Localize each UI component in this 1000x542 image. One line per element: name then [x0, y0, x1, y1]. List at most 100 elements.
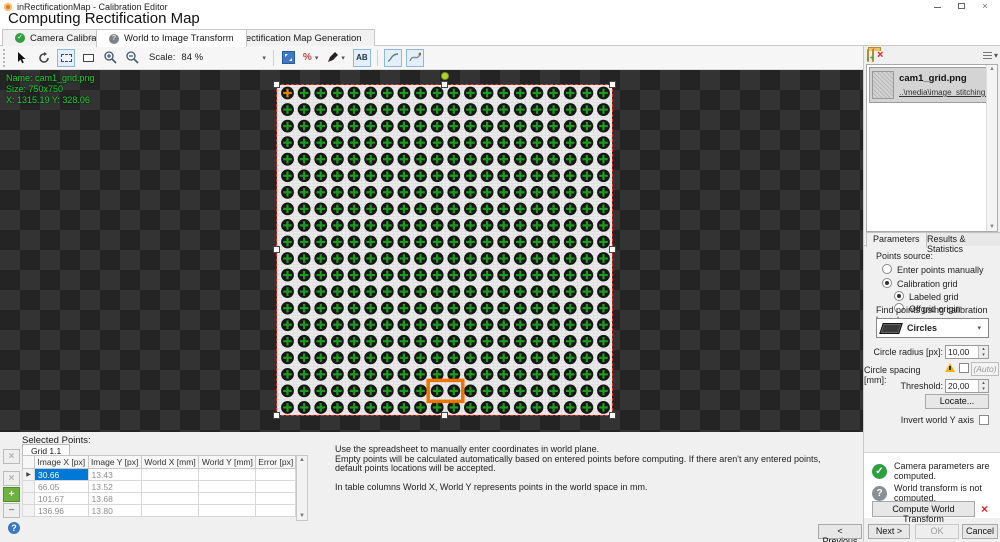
- tab-world-to-image-transform[interactable]: ? World to Image Transform: [96, 29, 247, 47]
- row-selector[interactable]: ▶: [23, 469, 35, 481]
- selection-handle-bottom-center[interactable]: [441, 412, 448, 419]
- row-selector[interactable]: [23, 493, 35, 505]
- radio-label[interactable]: Enter points manually: [897, 265, 984, 275]
- table-cell[interactable]: [199, 505, 256, 517]
- table-cell[interactable]: [141, 493, 199, 505]
- next-button[interactable]: Next >: [868, 524, 910, 539]
- table-cell[interactable]: [199, 493, 256, 505]
- column-header[interactable]: Image Y [px]: [88, 456, 141, 469]
- table-cell[interactable]: 101.67: [35, 493, 89, 505]
- selection-handle-bottom-right[interactable]: [609, 412, 616, 419]
- selection-handle-middle-right[interactable]: [609, 246, 616, 253]
- table-cell[interactable]: [256, 493, 296, 505]
- compute-world-transform-button[interactable]: Compute World Transform: [872, 501, 975, 517]
- add-image-button[interactable]: +: [872, 50, 874, 61]
- radio-calibration-grid[interactable]: [882, 278, 892, 288]
- tab-parameters[interactable]: Parameters: [866, 232, 927, 247]
- scroll-up-icon[interactable]: ▲: [297, 457, 307, 463]
- fit-to-window-button[interactable]: [280, 49, 298, 67]
- selection-handle-top-left[interactable]: [273, 81, 280, 88]
- radio-label[interactable]: Labeled grid: [909, 292, 959, 302]
- table-cell[interactable]: [256, 481, 296, 493]
- column-header[interactable]: Error [px]: [256, 456, 296, 469]
- invert-world-y-checkbox[interactable]: [979, 415, 989, 425]
- list-item-cam1-grid[interactable]: cam1_grid.png ..\media\image_stitching..…: [869, 67, 995, 103]
- spline-tool-button[interactable]: [406, 49, 424, 67]
- circle-spacing-checkbox[interactable]: [959, 363, 969, 373]
- radio-labeled-grid[interactable]: [894, 291, 904, 301]
- row-selector[interactable]: [23, 481, 35, 493]
- list-scrollbar[interactable]: ▲ ▼: [986, 65, 997, 231]
- cancel-button[interactable]: Cancel: [962, 524, 998, 539]
- pen-tool-button[interactable]: ▾: [326, 49, 349, 67]
- selection-handle-bottom-left[interactable]: [273, 412, 280, 419]
- column-header[interactable]: Image X [px]: [35, 456, 89, 469]
- table-scrollbar[interactable]: ▲ ▼: [296, 455, 308, 521]
- table-cell[interactable]: [141, 505, 199, 517]
- scale-combobox[interactable]: 84 % ▾: [179, 49, 269, 66]
- row-selector[interactable]: [23, 505, 35, 517]
- table-cell[interactable]: 13.43: [88, 469, 141, 481]
- grid-tab[interactable]: Grid 1.1: [22, 444, 70, 455]
- table-row[interactable]: 101.6713.68: [23, 493, 296, 505]
- selection-handle-middle-left[interactable]: [273, 246, 280, 253]
- board-type-combobox[interactable]: Circles ▾: [876, 318, 989, 338]
- ok-button[interactable]: OK: [915, 524, 959, 539]
- table-row[interactable]: 66.0513.52: [23, 481, 296, 493]
- threshold-spinner[interactable]: 20,00 ▴▾: [945, 379, 989, 393]
- remove-point-button[interactable]: −: [3, 503, 20, 518]
- table-cell[interactable]: 136.96: [35, 505, 89, 517]
- table-cell[interactable]: [141, 481, 199, 493]
- view-mode-button[interactable]: ▾: [983, 51, 998, 60]
- table-cell[interactable]: [256, 505, 296, 517]
- locate-button[interactable]: Locate...: [925, 394, 989, 409]
- table-cell[interactable]: 13.68: [88, 493, 141, 505]
- scroll-up-icon[interactable]: ▲: [987, 66, 997, 72]
- image-path-link[interactable]: ..\media\image_stitching...: [899, 88, 992, 97]
- delete-point-button[interactable]: ×: [3, 449, 20, 464]
- radio-label[interactable]: Calibration grid: [897, 279, 958, 289]
- labels-toggle-button[interactable]: AB: [353, 49, 371, 67]
- table-cell[interactable]: 30.66: [35, 469, 89, 481]
- zoom-out-button[interactable]: [123, 49, 141, 67]
- selection-handle-top-center[interactable]: [441, 81, 448, 88]
- curve-tool-button[interactable]: [384, 49, 402, 67]
- maximize-button[interactable]: [950, 0, 972, 13]
- table-cell[interactable]: [199, 481, 256, 493]
- region-select-tool-button[interactable]: [57, 49, 75, 67]
- circle-radius-spinner[interactable]: 10,00 ▴▾: [945, 345, 989, 359]
- table-row[interactable]: ▶30.6613.43: [23, 469, 296, 481]
- help-button[interactable]: ?: [8, 522, 20, 534]
- table-cell[interactable]: 13.80: [88, 505, 141, 517]
- zoom-in-button[interactable]: [101, 49, 119, 67]
- spinner-arrows-icon[interactable]: ▴▾: [978, 380, 988, 392]
- previous-button[interactable]: < Previous: [818, 524, 862, 539]
- table-cell[interactable]: [141, 469, 199, 481]
- selection-handle-top-right[interactable]: [609, 81, 616, 88]
- scroll-down-icon[interactable]: ▼: [987, 224, 997, 230]
- cursor-tool-button[interactable]: [13, 49, 31, 67]
- open-image-button[interactable]: ›: [867, 50, 869, 61]
- table-cell[interactable]: [199, 469, 256, 481]
- rotation-handle[interactable]: [441, 72, 449, 80]
- image-canvas[interactable]: Name: cam1_grid.png Size: 750x750 X: 131…: [0, 70, 863, 432]
- table-cell[interactable]: 66.05: [35, 481, 89, 493]
- table-row[interactable]: 136.9613.80: [23, 505, 296, 517]
- close-button[interactable]: ×: [974, 0, 996, 13]
- pan-tool-button[interactable]: [35, 49, 53, 67]
- add-point-button[interactable]: +: [3, 487, 20, 502]
- coordinates-display-button[interactable]: % ▾: [302, 49, 322, 67]
- toolbar-grip[interactable]: [3, 49, 7, 67]
- calibration-board-image[interactable]: [277, 85, 612, 415]
- column-header[interactable]: World Y [mm]: [199, 456, 256, 469]
- remove-image-button[interactable]: ×: [877, 50, 883, 61]
- radio-enter-points-manually[interactable]: [882, 264, 892, 274]
- scroll-down-icon[interactable]: ▼: [297, 513, 307, 519]
- rectangle-tool-button[interactable]: [79, 49, 97, 67]
- tab-results-statistics[interactable]: Results & Statistics: [920, 232, 1000, 246]
- table-cell[interactable]: [256, 469, 296, 481]
- column-header[interactable]: World X [mm]: [141, 456, 199, 469]
- minimize-button[interactable]: [926, 0, 948, 13]
- table-cell[interactable]: 13.52: [88, 481, 141, 493]
- delete-all-points-button[interactable]: ×: [3, 471, 20, 486]
